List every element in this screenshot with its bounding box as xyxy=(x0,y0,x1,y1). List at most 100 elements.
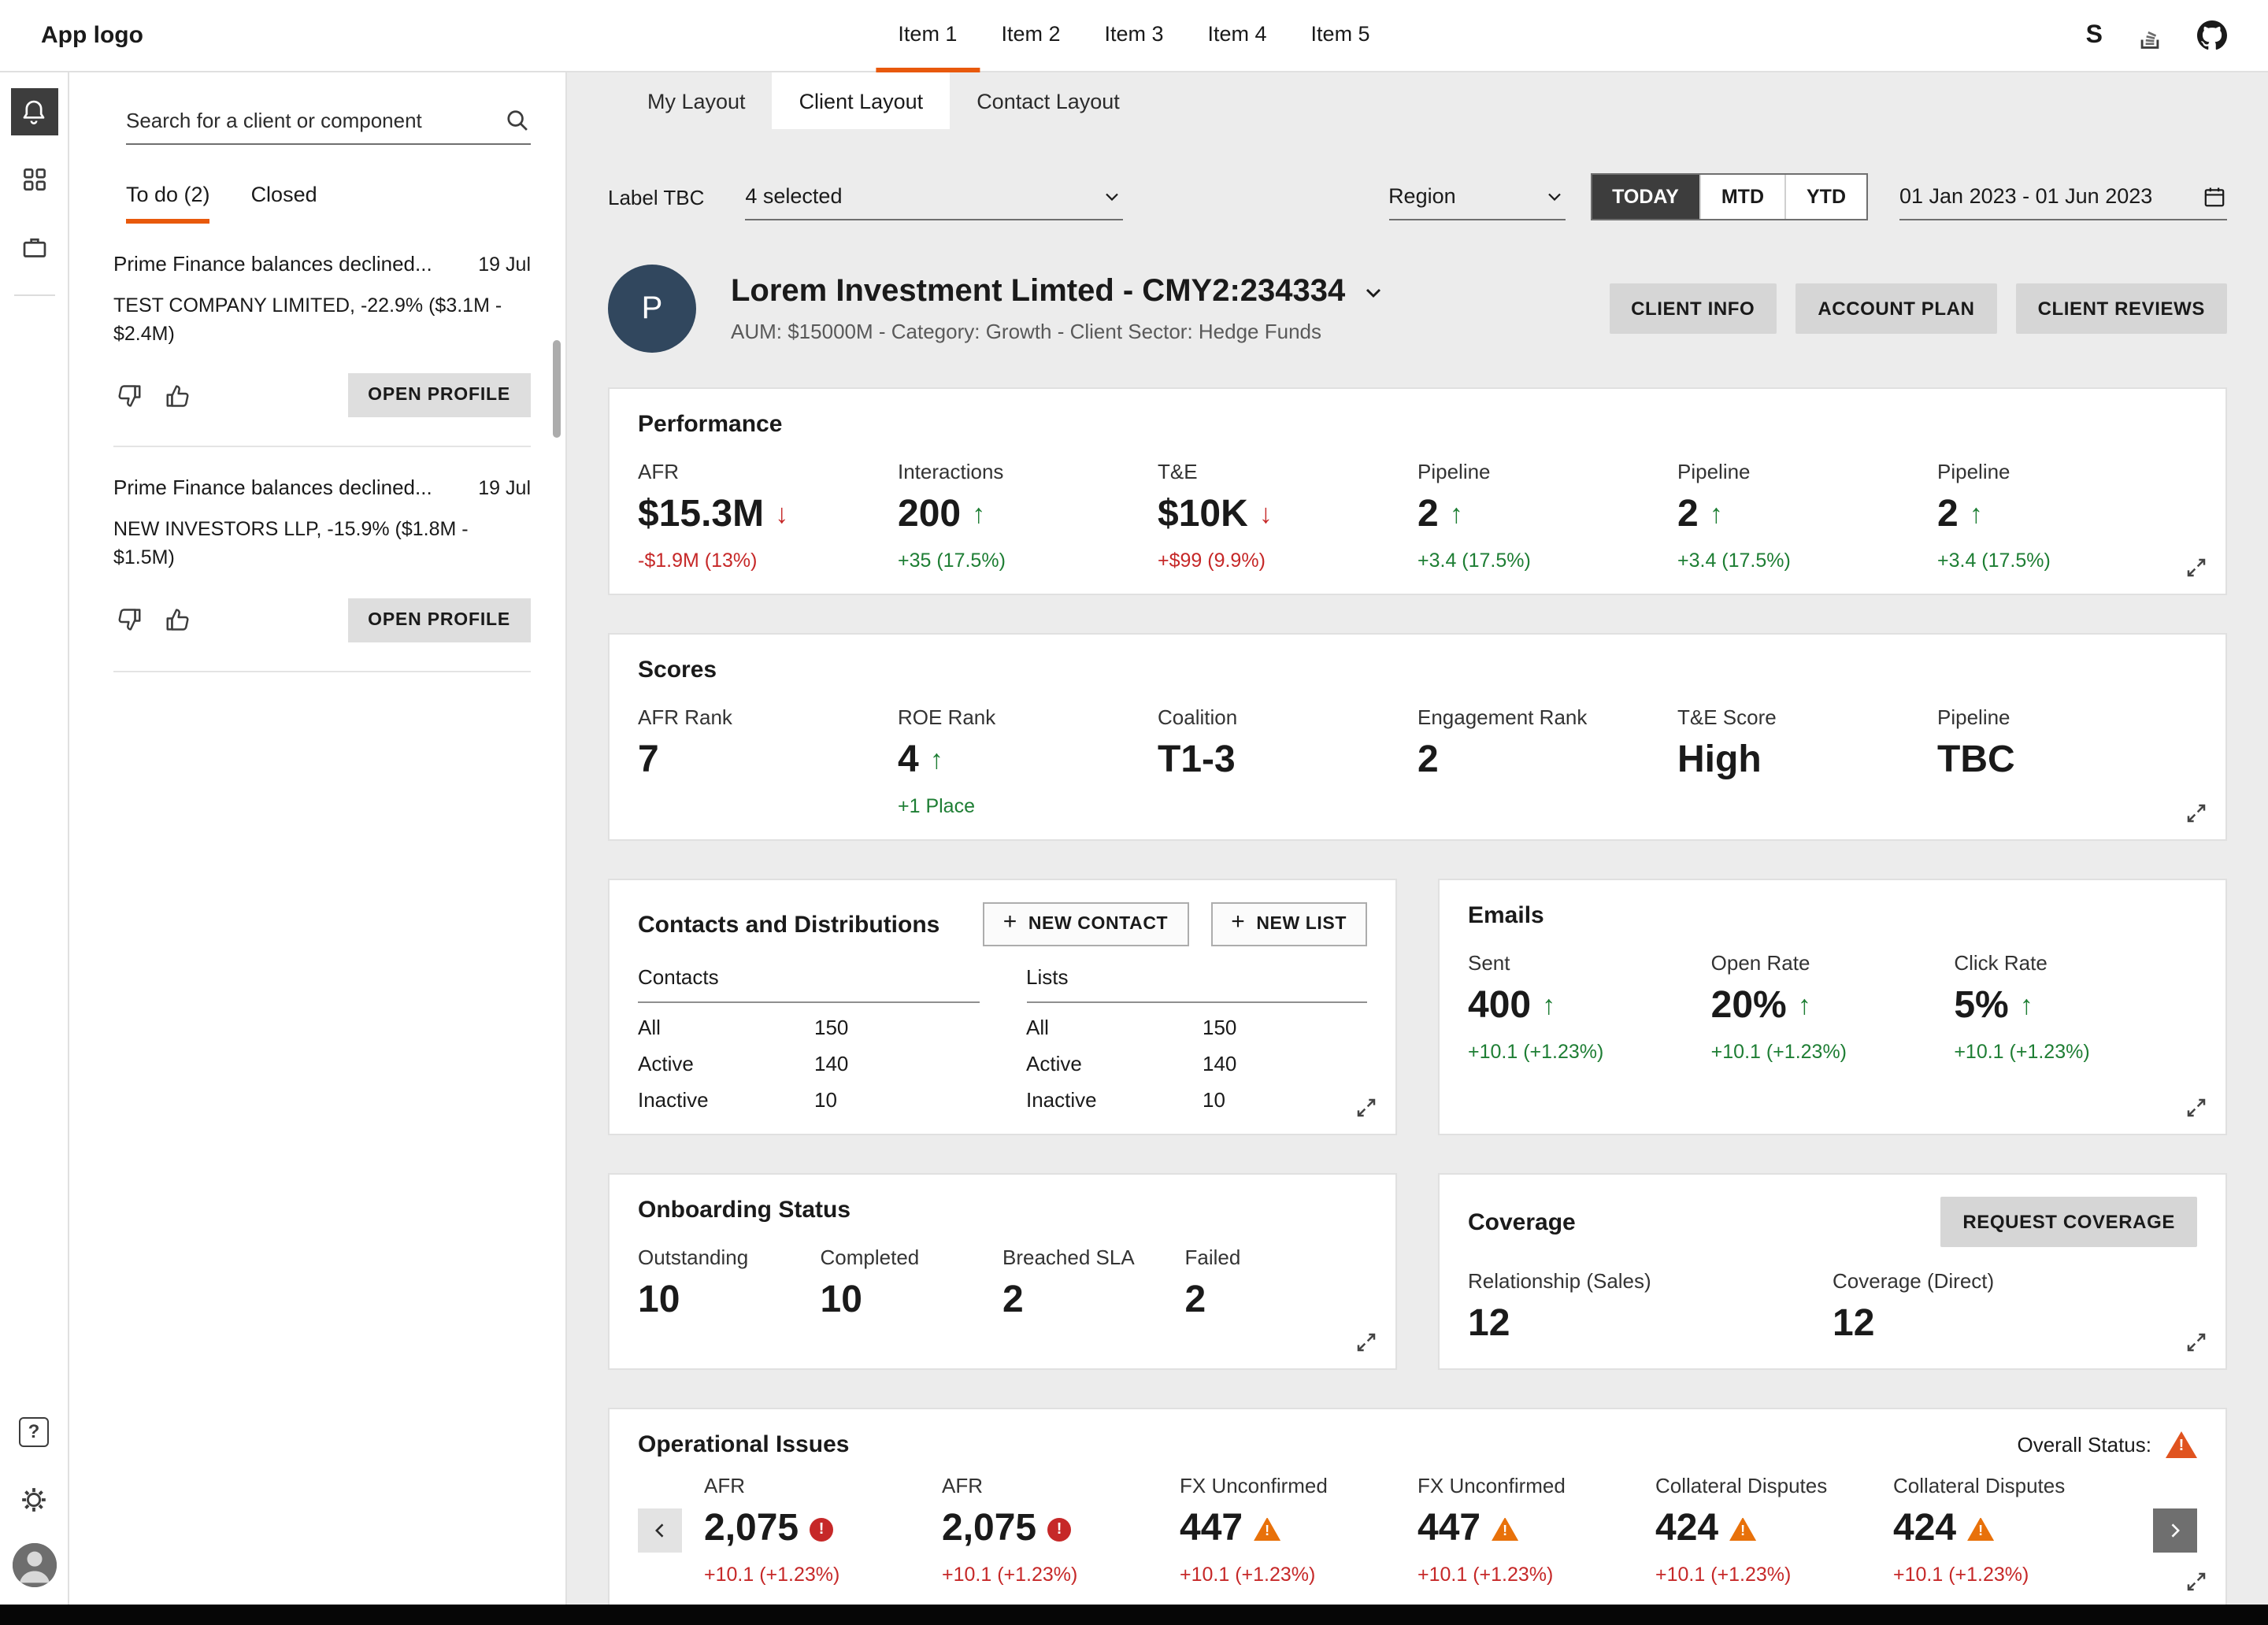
user-avatar[interactable] xyxy=(12,1543,56,1587)
bell-icon xyxy=(19,97,49,127)
carousel-next-button[interactable] xyxy=(2153,1508,2197,1552)
workspace-rail-button[interactable] xyxy=(10,224,57,271)
nav-item-5[interactable]: Item 5 xyxy=(1289,0,1392,72)
tab-my-layout[interactable]: My Layout xyxy=(621,72,773,129)
expand-button[interactable] xyxy=(2181,1093,2211,1123)
nav-item-3[interactable]: Item 3 xyxy=(1082,0,1185,72)
client-title: Lorem Investment Limted - CMY2:234334 xyxy=(731,274,1345,310)
onboarding-card: Onboarding Status Outstanding 10 Complet… xyxy=(608,1173,1397,1370)
account-plan-button[interactable]: ACCOUNT PLAN xyxy=(1796,283,1996,334)
metric-collateral-disputes: Collateral Disputes 424 +10.1 (+1.23%) xyxy=(1655,1474,1893,1586)
chevron-down-icon xyxy=(1543,185,1565,207)
grid-icon xyxy=(20,165,48,194)
sidebar-scrollbar[interactable] xyxy=(553,340,561,438)
s-icon[interactable]: S xyxy=(2086,21,2103,50)
metric-collateral-disputes: Collateral Disputes 424 +10.1 (+1.23%) xyxy=(1893,1474,2131,1586)
thumbs-up-button[interactable] xyxy=(164,605,194,635)
card-title: Onboarding Status xyxy=(638,1197,1367,1223)
expand-button[interactable] xyxy=(1351,1093,1381,1123)
apps-rail-button[interactable] xyxy=(10,156,57,203)
period-today[interactable]: TODAY xyxy=(1592,175,1699,219)
label-multiselect[interactable]: 4 selected xyxy=(745,173,1123,220)
expand-button[interactable] xyxy=(2181,1327,2211,1357)
up-arrow-icon xyxy=(1970,499,1983,531)
up-arrow-icon xyxy=(2020,990,2033,1022)
chevron-left-icon xyxy=(649,1519,671,1541)
warning-icon xyxy=(1729,1517,1756,1541)
thumbs-up-button[interactable] xyxy=(164,381,194,411)
client-info-button[interactable]: CLIENT INFO xyxy=(1609,283,1777,334)
expand-button[interactable] xyxy=(2181,553,2211,583)
metric-interactions: Interactions 200 +35 (17.5%) xyxy=(898,460,1158,572)
table-row: Active140 xyxy=(1026,1052,1367,1075)
down-arrow-icon xyxy=(1259,499,1273,531)
header-icons: S xyxy=(2086,20,2227,50)
table-row: Inactive10 xyxy=(638,1088,979,1112)
briefcase-icon xyxy=(20,233,48,261)
note-body: TEST COMPANY LIMITED, -22.9% ($3.1M - $2… xyxy=(113,291,531,349)
help-icon xyxy=(19,1416,49,1446)
nav-item-1[interactable]: Item 1 xyxy=(876,0,979,72)
up-arrow-icon xyxy=(1798,990,1811,1022)
metric-afr-rank: AFR Rank 7 xyxy=(638,705,898,817)
client-reviews-button[interactable]: CLIENT REVIEWS xyxy=(2016,283,2227,334)
period-mtd[interactable]: MTD xyxy=(1699,175,1784,219)
metric-fx-unconfirmed: FX Unconfirmed 447 +10.1 (+1.23%) xyxy=(1180,1474,1418,1586)
card-title: Performance xyxy=(638,411,2197,438)
tab-client-layout[interactable]: Client Layout xyxy=(773,72,951,129)
open-profile-button[interactable]: OPEN PROFILE xyxy=(347,374,531,418)
note-actions: OPEN PROFILE xyxy=(113,374,531,448)
table-row: Inactive10 xyxy=(1026,1088,1367,1112)
tab-closed[interactable]: Closed xyxy=(251,183,317,224)
github-icon[interactable] xyxy=(2197,20,2227,50)
top-header: App logo Item 1 Item 2 Item 3 Item 4 Ite… xyxy=(0,0,2268,72)
expand-button[interactable] xyxy=(2181,1567,2211,1597)
metric-afr-issues: AFR 2,075 +10.1 (+1.23%) xyxy=(942,1474,1180,1586)
nav-item-4[interactable]: Item 4 xyxy=(1186,0,1289,72)
expand-button[interactable] xyxy=(2181,798,2211,828)
stackoverflow-icon[interactable] xyxy=(2136,21,2164,50)
app-logo[interactable]: App logo xyxy=(41,22,143,49)
carousel-prev-button[interactable] xyxy=(638,1508,682,1552)
table-header: Lists xyxy=(1026,965,1367,1003)
notifications-sidebar: To do (2) Closed Prime Finance balances … xyxy=(69,72,567,1625)
search-icon[interactable] xyxy=(504,107,531,134)
search-field xyxy=(126,98,531,145)
thumbs-down-button[interactable] xyxy=(113,605,143,635)
new-contact-button[interactable]: NEW CONTACT xyxy=(983,902,1189,946)
tab-contact-layout[interactable]: Contact Layout xyxy=(950,72,1147,129)
warning-icon xyxy=(1254,1517,1280,1541)
new-list-button[interactable]: NEW LIST xyxy=(1210,902,1367,946)
up-arrow-icon xyxy=(1450,499,1463,531)
overall-status-label: Overall Status: xyxy=(2017,1433,2151,1457)
performance-card: Performance AFR $15.3M -$1.9M (13%) Inte… xyxy=(608,387,2227,595)
tab-todo[interactable]: To do (2) xyxy=(126,183,210,224)
plus-icon xyxy=(1003,915,1017,934)
date-range-field[interactable]: 01 Jan 2023 - 01 Jun 2023 xyxy=(1899,173,2227,220)
notification-card: Prime Finance balances declined... 19 Ju… xyxy=(113,224,531,448)
contacts-table: Contacts All150 Active140 Inactive10 xyxy=(638,965,979,1112)
note-date: 19 Jul xyxy=(478,478,531,500)
multiselect-value: 4 selected xyxy=(745,184,842,208)
search-input[interactable] xyxy=(126,109,504,132)
client-header: P Lorem Investment Limted - CMY2:234334 … xyxy=(608,265,2227,353)
nav-item-2[interactable]: Item 2 xyxy=(979,0,1082,72)
chevron-down-icon[interactable] xyxy=(1361,279,1386,305)
help-rail-button[interactable] xyxy=(10,1408,57,1455)
notifications-rail-button[interactable] xyxy=(10,88,57,135)
card-title: Coverage xyxy=(1468,1209,1576,1235)
warning-icon xyxy=(1967,1517,1994,1541)
expand-button[interactable] xyxy=(1351,1327,1381,1357)
region-select[interactable]: Region xyxy=(1388,173,1565,220)
bottom-bar xyxy=(0,1605,2268,1625)
settings-rail-button[interactable] xyxy=(10,1475,57,1523)
metric-pipeline-score: Pipeline TBC xyxy=(1937,705,2197,817)
client-avatar: P xyxy=(608,265,696,353)
request-coverage-button[interactable]: REQUEST COVERAGE xyxy=(1940,1197,2197,1247)
label-tbc-label: Label TBC xyxy=(608,185,704,209)
metric-afr: AFR $15.3M -$1.9M (13%) xyxy=(638,460,898,572)
open-profile-button[interactable]: OPEN PROFILE xyxy=(347,598,531,642)
metric-coverage-direct: Coverage (Direct) 12 xyxy=(1833,1269,2197,1346)
period-ytd[interactable]: YTD xyxy=(1784,175,1866,219)
thumbs-down-button[interactable] xyxy=(113,381,143,411)
